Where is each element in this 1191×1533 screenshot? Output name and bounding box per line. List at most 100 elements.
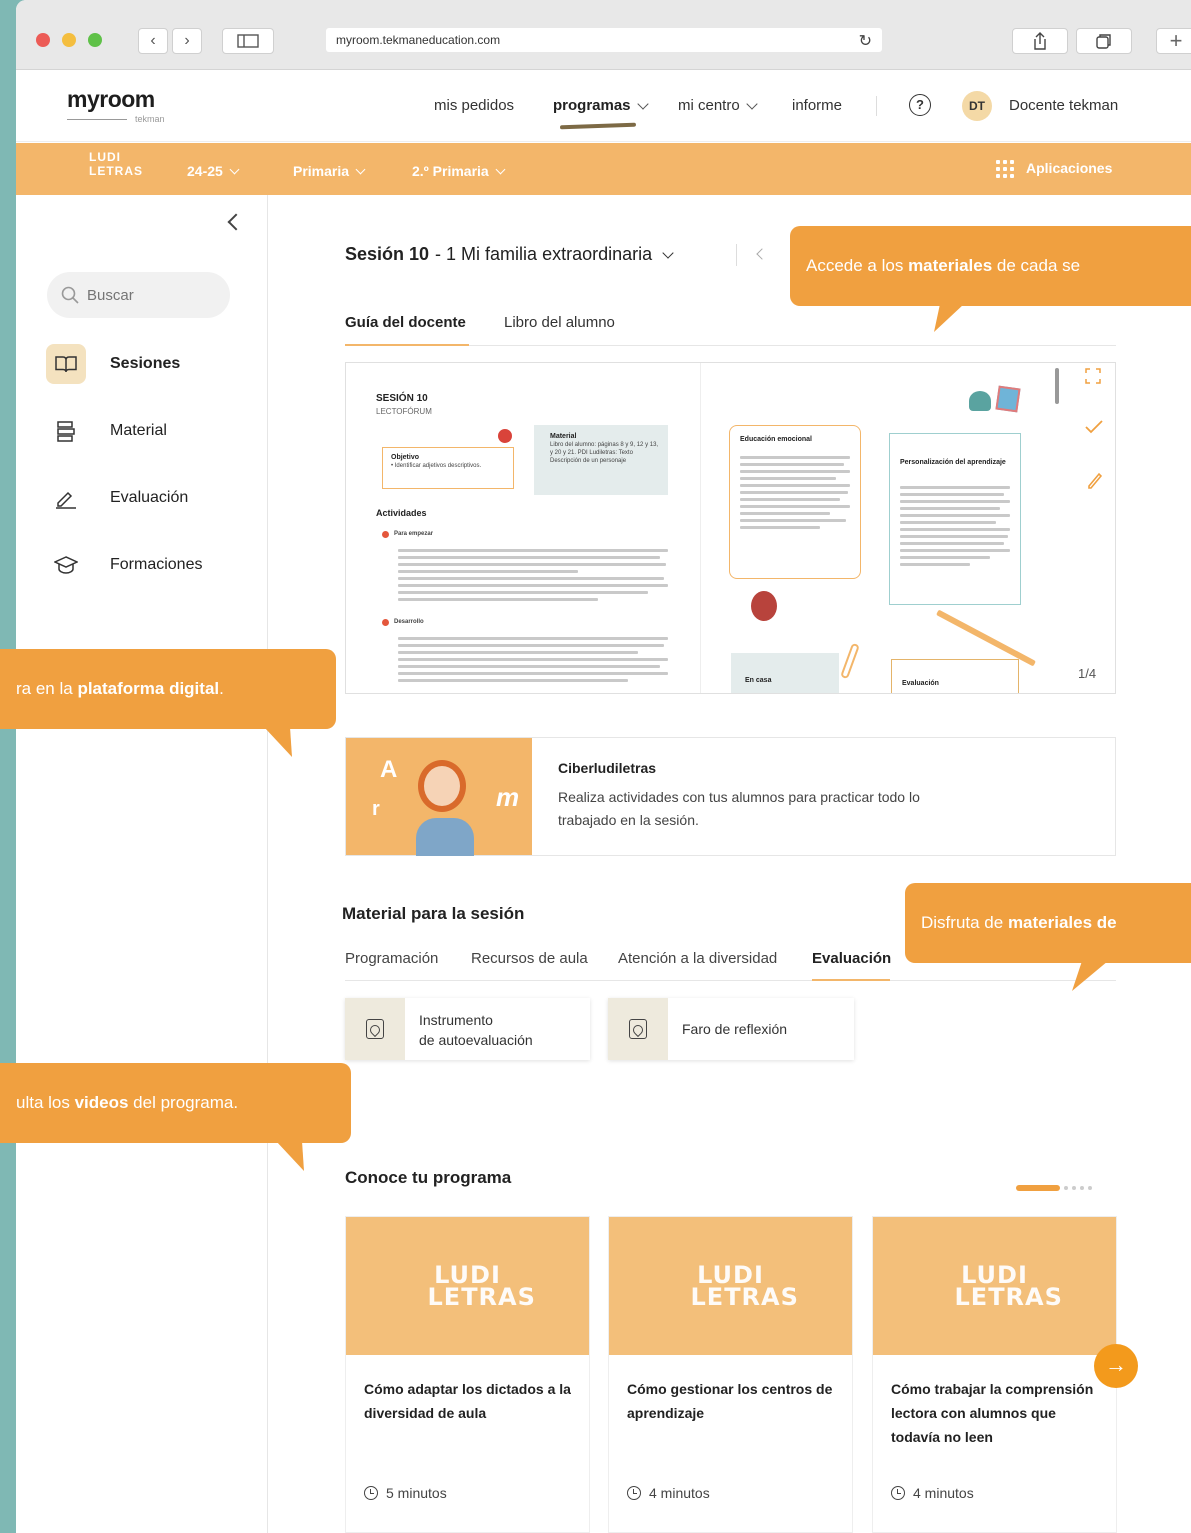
grade-selector[interactable]: 2.º Primaria — [412, 163, 506, 179]
page-dot[interactable] — [1080, 1186, 1084, 1190]
evaluacion-heading: Evaluación — [902, 680, 939, 687]
sidebar — [16, 195, 268, 1533]
tab-atencion-diversidad[interactable]: Atención a la diversidad — [618, 950, 777, 967]
ludiletras-logo: LUDI LETRAS — [690, 1261, 799, 1311]
search-input[interactable] — [87, 286, 207, 304]
clock-icon — [891, 1486, 905, 1500]
tab-guia-docente[interactable]: Guía del docente — [345, 314, 466, 331]
active-tab-indicator — [345, 344, 469, 346]
share-button[interactable] — [1012, 28, 1068, 54]
book-icon — [46, 344, 86, 384]
pencil-icon[interactable] — [1086, 472, 1102, 490]
ciberludiletras-description: Realiza actividades con tus alumnos para… — [558, 789, 920, 828]
avatar[interactable]: DT — [962, 91, 992, 121]
chevron-left-icon: ‹ — [150, 32, 156, 49]
back-button[interactable]: ‹ — [138, 28, 168, 54]
session-name: - 1 Mi familia extraordinaria — [435, 244, 653, 264]
document-page-left: SESIÓN 10 LECTOFÓRUM Objetivo • Identific… — [346, 363, 701, 693]
forward-button[interactable]: › — [172, 28, 202, 54]
sidebar-item-label: Formaciones — [110, 556, 203, 573]
chevron-down-icon — [746, 97, 758, 110]
resource-label: Instrumento de autoevaluación — [419, 1010, 533, 1050]
sidebar-item-evaluacion[interactable]: Evaluación — [46, 478, 188, 518]
text-line — [900, 486, 1010, 489]
text-line — [900, 563, 970, 566]
text-line — [900, 535, 1008, 538]
nav-mis-pedidos[interactable]: mis pedidos — [434, 97, 514, 114]
share-icon — [1034, 32, 1046, 50]
maximize-window-button[interactable] — [88, 33, 102, 47]
callout-bold-text: materiales de — [1007, 913, 1117, 932]
check-icon[interactable] — [1085, 420, 1103, 434]
girl-body — [416, 818, 474, 856]
sidebar-item-material[interactable]: Material — [46, 411, 167, 451]
personalizacion-box: Personalización del aprendizaje — [889, 433, 1021, 605]
paperclip-icon — [840, 642, 860, 680]
nav-programas[interactable]: programas — [553, 97, 649, 114]
minimize-window-button[interactable] — [62, 33, 76, 47]
letter-r: r — [372, 798, 380, 820]
reload-icon[interactable]: ↻ — [859, 31, 872, 51]
close-window-button[interactable] — [36, 33, 50, 47]
text-line — [740, 491, 848, 494]
picture-icon — [995, 385, 1021, 413]
tabs-button[interactable] — [1076, 28, 1132, 54]
tab-programacion[interactable]: Programación — [345, 950, 438, 967]
page-dot[interactable] — [1064, 1186, 1068, 1190]
sidebar-toggle-button[interactable] — [222, 28, 274, 54]
callout-text: de cada se — [992, 256, 1081, 275]
callout-bold-text: plataforma digital — [77, 679, 220, 698]
viewer-scrollbar[interactable] — [1055, 368, 1059, 404]
pdf-icon — [608, 998, 668, 1060]
document-viewer[interactable]: SESIÓN 10 LECTOFÓRUM Objetivo • Identific… — [345, 362, 1116, 694]
search-box[interactable] — [47, 272, 230, 318]
stage-label: Primaria — [293, 163, 350, 179]
chevron-down-icon — [662, 246, 674, 259]
plus-icon: + — [1169, 28, 1183, 53]
text-line — [398, 651, 638, 654]
myroom-logo[interactable]: myroom tekman — [67, 86, 165, 124]
previous-session-icon[interactable] — [756, 248, 768, 260]
apps-button[interactable]: Aplicaciones — [996, 160, 1112, 178]
new-tab-button[interactable]: + — [1156, 28, 1191, 54]
nav-mi-centro[interactable]: mi centro — [678, 97, 758, 114]
ciberludiletras-card[interactable]: A r m Ciberludiletras Realiza actividade… — [345, 737, 1116, 856]
nav-divider — [876, 96, 877, 116]
video-duration: 5 minutos — [364, 1485, 447, 1501]
year-selector[interactable]: 24-25 — [187, 163, 240, 179]
girl-illustration: A r m — [346, 738, 532, 856]
page-dot[interactable] — [1072, 1186, 1076, 1190]
text-line — [740, 519, 846, 522]
chevron-down-icon — [636, 97, 649, 110]
carousel-next-button[interactable]: → — [1094, 1344, 1138, 1388]
nav-informe[interactable]: informe — [792, 97, 842, 114]
video-card[interactable]: LUDI LETRAS Cómo adaptar los dictados a … — [345, 1216, 590, 1533]
page-dot[interactable] — [1088, 1186, 1092, 1190]
pushpin-icon — [498, 429, 512, 443]
ludiletras-logo[interactable]: LUDI LETRAS — [89, 150, 142, 178]
sidebar-item-label: Material — [110, 422, 167, 439]
video-card[interactable]: LUDI LETRAS Cómo trabajar la comprensión… — [872, 1216, 1117, 1533]
chevron-right-icon: › — [184, 32, 190, 49]
document-page-right: Educación emocional Personalización del … — [701, 363, 1056, 693]
tab-recursos-aula[interactable]: Recursos de aula — [471, 950, 588, 967]
tab-evaluacion[interactable]: Evaluación — [812, 950, 891, 967]
resource-faro-reflexion[interactable]: Faro de reflexión — [608, 998, 854, 1060]
user-name[interactable]: Docente tekman — [1009, 97, 1118, 114]
video-title: Cómo gestionar los centros de aprendizaj… — [627, 1381, 833, 1421]
stack-icon — [46, 411, 86, 451]
help-icon[interactable]: ? — [909, 94, 931, 116]
address-bar[interactable]: myroom.tekmaneducation.com ↻ — [326, 28, 882, 52]
bullet-dot — [382, 619, 389, 626]
stage-selector[interactable]: Primaria — [293, 163, 366, 179]
video-card[interactable]: LUDI LETRAS Cómo gestionar los centros d… — [608, 1216, 853, 1533]
tab-libro-alumno[interactable]: Libro del alumno — [504, 314, 615, 331]
sidebar-item-formaciones[interactable]: Formaciones — [46, 545, 202, 585]
expand-icon[interactable] — [1085, 368, 1101, 384]
session-selector[interactable]: Sesión 10 - 1 Mi familia extraordinaria — [345, 244, 674, 265]
sidebar-item-sesiones[interactable]: Sesiones — [46, 344, 180, 384]
text-line — [398, 665, 660, 668]
video-thumbnail: LUDI LETRAS — [873, 1217, 1116, 1355]
carousel-pagination[interactable] — [1016, 1185, 1092, 1191]
resource-instrumento-autoevaluacion[interactable]: Instrumento de autoevaluación — [345, 998, 590, 1060]
